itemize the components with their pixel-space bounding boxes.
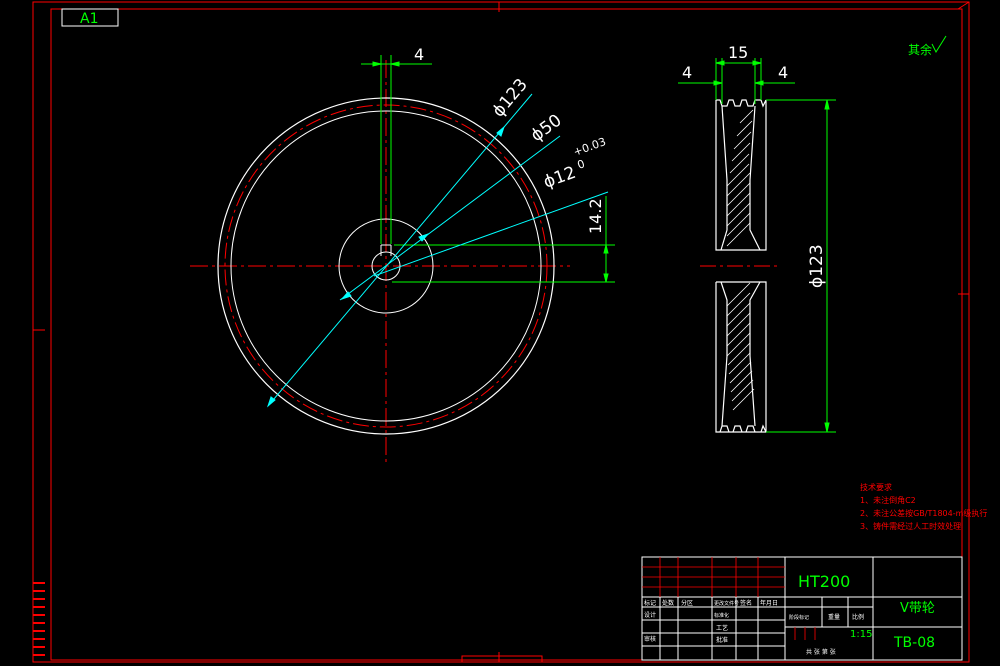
title-block: 标记 处数 分区 更改文件号 签名 年月日 设计 审核 工艺 批准 标准化 HT… <box>641 556 963 661</box>
tech-req-item-2: 2、未注公差按GB/T1804-m级执行 <box>860 508 987 518</box>
side-view: 15 4 4 ϕ123 <box>678 43 836 433</box>
roughness-symbol <box>931 35 947 54</box>
scale-label: 1:15 <box>850 629 872 640</box>
cad-drawing: A1 4 14.2 ϕ123 ϕ50 ϕ12 +0.03 0 15 4 4 ϕ1… <box>32 1 987 663</box>
hatch-top <box>726 109 754 247</box>
keyway-width-label: 4 <box>414 45 424 64</box>
side-strip <box>33 582 45 656</box>
tech-req-title: 技术要求 <box>860 482 892 492</box>
section-outline-bottom <box>715 281 767 433</box>
key-height-label: 14.2 <box>586 198 605 234</box>
overall-width-label: 15 <box>728 43 748 62</box>
tech-requirements: 技术要求 1、未注倒角C2 2、未注公差按GB/T1804-m级执行 3、铸件需… <box>860 482 987 531</box>
right-offset-label: 4 <box>778 63 788 82</box>
stage-header-scale: 比例 <box>852 613 864 621</box>
roughness-label: 其余 <box>908 42 932 57</box>
title-block-rev-grid <box>642 557 816 640</box>
rev-header-docno: 更改文件号 <box>714 600 739 607</box>
stage-header-mark: 阶段标记 <box>789 614 809 621</box>
tech-req-item-3: 3、铸件需经过人工时效处理 <box>860 521 961 531</box>
rev-header-zone: 分区 <box>681 599 693 607</box>
bore-diameter-label: ϕ12 <box>541 163 579 193</box>
key-height-dim <box>392 196 615 283</box>
rev-header-count: 处数 <box>662 599 674 607</box>
hub-diameter-label: ϕ50 <box>527 111 565 146</box>
tech-req-item-1: 1、未注倒角C2 <box>860 495 916 505</box>
role-design: 设计 <box>644 611 656 619</box>
rev-header-mark: 标记 <box>644 599 656 607</box>
drawing-no-label: TB-08 <box>893 635 935 651</box>
rev-header-date: 年月日 <box>760 599 778 607</box>
part-name-label: V带轮 <box>900 601 935 616</box>
sheet-size-label: A1 <box>80 11 98 27</box>
role-review: 审核 <box>644 635 656 643</box>
material-label: HT200 <box>798 572 850 591</box>
bore-tol-lower: 0 <box>576 157 587 172</box>
role-process: 工艺 <box>716 624 728 632</box>
sheet-size-box: A1 <box>61 8 119 27</box>
stage-header-weight: 重量 <box>828 613 840 621</box>
role-standard: 标准化 <box>714 612 729 619</box>
keyway-width-dim <box>361 55 432 244</box>
left-offset-label: 4 <box>682 63 692 82</box>
role-approve: 批准 <box>716 636 728 644</box>
diameter-leaders <box>266 93 609 408</box>
outer-diameter-label: ϕ123 <box>489 75 532 121</box>
side-diameter-label: ϕ123 <box>807 244 827 288</box>
front-center-lines <box>190 60 570 462</box>
sheet-info-label: 共 张 第 张 <box>806 648 836 656</box>
roughness-note: 其余 <box>908 35 947 57</box>
rev-header-sign: 签名 <box>740 599 752 607</box>
bore-tol-upper: +0.03 <box>572 135 608 159</box>
front-view: 4 14.2 ϕ123 ϕ50 ϕ12 +0.03 0 <box>190 45 615 462</box>
